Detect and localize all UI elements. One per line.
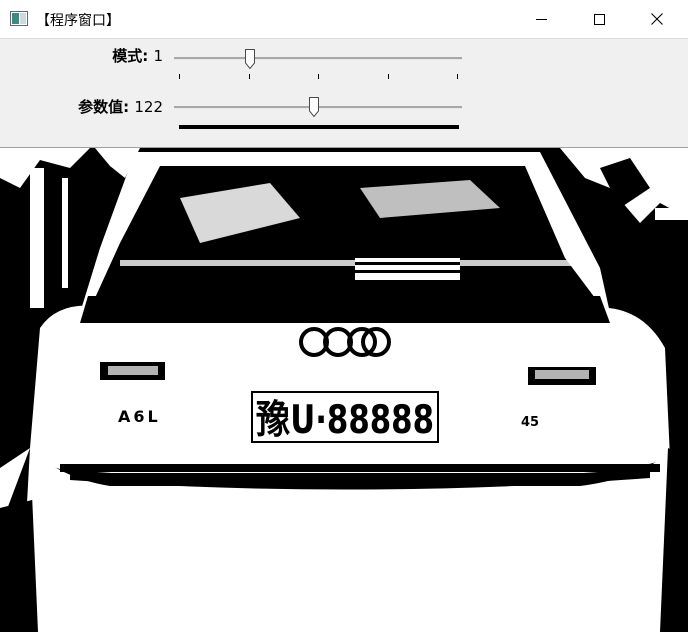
maximize-icon bbox=[593, 13, 605, 25]
minimize-icon bbox=[535, 14, 547, 25]
param-trackbar-thumb[interactable] bbox=[309, 97, 319, 117]
param-range-bar bbox=[179, 125, 459, 129]
license-plate: 豫U·88888 bbox=[251, 391, 439, 443]
engine-badge: 45 bbox=[521, 415, 539, 430]
plate-number: 豫U·88888 bbox=[256, 398, 434, 443]
close-icon bbox=[651, 13, 663, 25]
mode-tick bbox=[179, 74, 180, 79]
window-title: 【程序窗口】 bbox=[36, 13, 120, 29]
mode-trackbar-label: 模式: 1 bbox=[112, 45, 163, 66]
close-button[interactable] bbox=[628, 0, 686, 38]
trackbar-panel: 模式: 1 参数值: 122 bbox=[0, 39, 688, 148]
mode-tick bbox=[318, 74, 319, 79]
minimize-button[interactable] bbox=[512, 0, 570, 38]
param-label-text: 参数值: bbox=[78, 98, 130, 116]
image-display: A6L 45 豫U·88888 bbox=[0, 148, 688, 632]
mode-value: 1 bbox=[153, 47, 163, 65]
param-value: 122 bbox=[134, 98, 163, 116]
mode-tick bbox=[388, 74, 389, 79]
binary-car-image: A6L 45 豫U·88888 bbox=[0, 148, 688, 632]
mode-tick bbox=[457, 74, 458, 79]
model-badge: A6L bbox=[118, 407, 161, 426]
maximize-button[interactable] bbox=[570, 0, 628, 38]
title-bar: 【程序窗口】 bbox=[0, 0, 688, 39]
mode-trackbar-track[interactable] bbox=[174, 57, 462, 60]
mode-tick bbox=[249, 74, 250, 79]
mode-trackbar-thumb[interactable] bbox=[245, 49, 255, 69]
param-trackbar-label: 参数值: 122 bbox=[78, 96, 163, 117]
mode-label-text: 模式: bbox=[112, 47, 149, 65]
app-window-icon bbox=[10, 11, 28, 26]
